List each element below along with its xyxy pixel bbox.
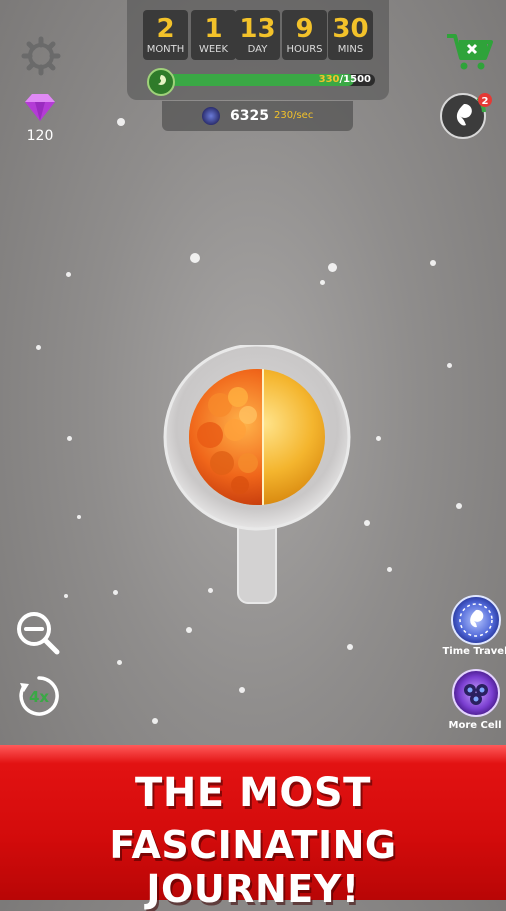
speed-label: 4x <box>29 688 49 706</box>
cell-icon <box>202 107 220 125</box>
timer-value: 30 <box>332 14 369 44</box>
fetus-badge-icon <box>147 68 175 96</box>
more-cell-label: More Cell <box>448 720 502 731</box>
snow-particle <box>64 594 68 598</box>
cells-counter: 6325 230/sec <box>162 101 353 131</box>
timer-week: 1 WEEK <box>191 10 236 60</box>
fetus-icon: 2 <box>440 93 492 139</box>
banner-line-2: FASCINATING JOURNEY! <box>109 823 397 911</box>
gem-count: 120 <box>26 128 54 144</box>
progress-text: 330/1500 <box>318 74 371 85</box>
snow-particle <box>328 263 337 272</box>
snow-particle <box>190 253 200 263</box>
timer-day: 13 DAY <box>235 10 280 60</box>
snow-particle <box>117 118 125 126</box>
gem-icon <box>25 94 55 121</box>
fetus-icon <box>158 75 166 85</box>
progress-max: 1500 <box>343 74 371 85</box>
more-cell-button[interactable] <box>451 668 501 718</box>
snow-particle <box>347 644 353 650</box>
game-scene: 2 MONTH 1 WEEK 13 DAY 9 HOURS 30 MINS 33… <box>0 0 506 745</box>
timer-unit: HOURS <box>286 44 323 55</box>
snow-particle <box>364 520 370 526</box>
timer-value: 1 <box>204 14 223 44</box>
snow-particle <box>113 590 118 595</box>
cells-count: 6325 <box>230 108 269 124</box>
flask-icon <box>163 343 351 604</box>
growth-progress: 330/1500 <box>147 68 375 96</box>
snow-particle <box>152 718 158 724</box>
shopping-cart-icon <box>447 34 493 70</box>
snow-particle <box>430 260 436 266</box>
more-cell-icon <box>452 669 500 717</box>
zoom-out-icon <box>17 612 60 655</box>
timer-value: 9 <box>295 14 314 44</box>
snow-particle <box>376 436 381 441</box>
snow-particle <box>239 687 245 693</box>
baby-badge-count: 2 <box>482 96 489 107</box>
settings-button[interactable] <box>21 36 61 76</box>
snow-particle <box>77 515 81 519</box>
snow-particle <box>320 280 325 285</box>
snow-particle <box>66 272 71 277</box>
baby-progress-button[interactable]: 2 <box>438 88 492 142</box>
time-travel-label: Time Travel <box>442 646 506 657</box>
timer-unit: WEEK <box>198 44 229 55</box>
timer-value: 13 <box>239 14 276 44</box>
promo-banner: THE MOST FASCINATING JOURNEY! <box>0 745 506 911</box>
snow-particle <box>36 345 41 350</box>
cells-rate: 230/sec <box>274 110 314 121</box>
zoom-out-button[interactable] <box>15 610 61 656</box>
timer-unit: MONTH <box>146 44 185 55</box>
banner-line-1: THE MOST <box>135 770 371 816</box>
progress-current: 330 <box>318 74 340 85</box>
timer-panel: 2 MONTH 1 WEEK 13 DAY 9 HOURS 30 MINS 33… <box>127 0 389 100</box>
snow-particle <box>67 436 72 441</box>
snow-particle <box>186 627 192 633</box>
gem-button[interactable] <box>24 92 56 122</box>
time-travel-icon <box>451 595 501 645</box>
timer-month: 2 MONTH <box>143 10 188 60</box>
snow-particle <box>387 567 392 572</box>
timer-value: 2 <box>156 14 175 44</box>
embryo-flask[interactable] <box>160 343 355 605</box>
progress-track: 330/1500 <box>161 74 375 86</box>
snow-particle <box>456 503 462 509</box>
speed-icon: 4x <box>19 676 59 716</box>
gear-icon <box>21 36 61 76</box>
snow-particle <box>117 660 122 665</box>
snow-particle <box>447 363 452 368</box>
timer-unit: MINS <box>337 44 364 55</box>
shop-button[interactable] <box>445 32 495 72</box>
timer-unit: DAY <box>247 44 268 55</box>
timer-hours: 9 HOURS <box>282 10 327 60</box>
time-travel-button[interactable] <box>450 594 502 646</box>
timer-mins: 30 MINS <box>328 10 373 60</box>
speed-button[interactable]: 4x <box>18 675 60 717</box>
